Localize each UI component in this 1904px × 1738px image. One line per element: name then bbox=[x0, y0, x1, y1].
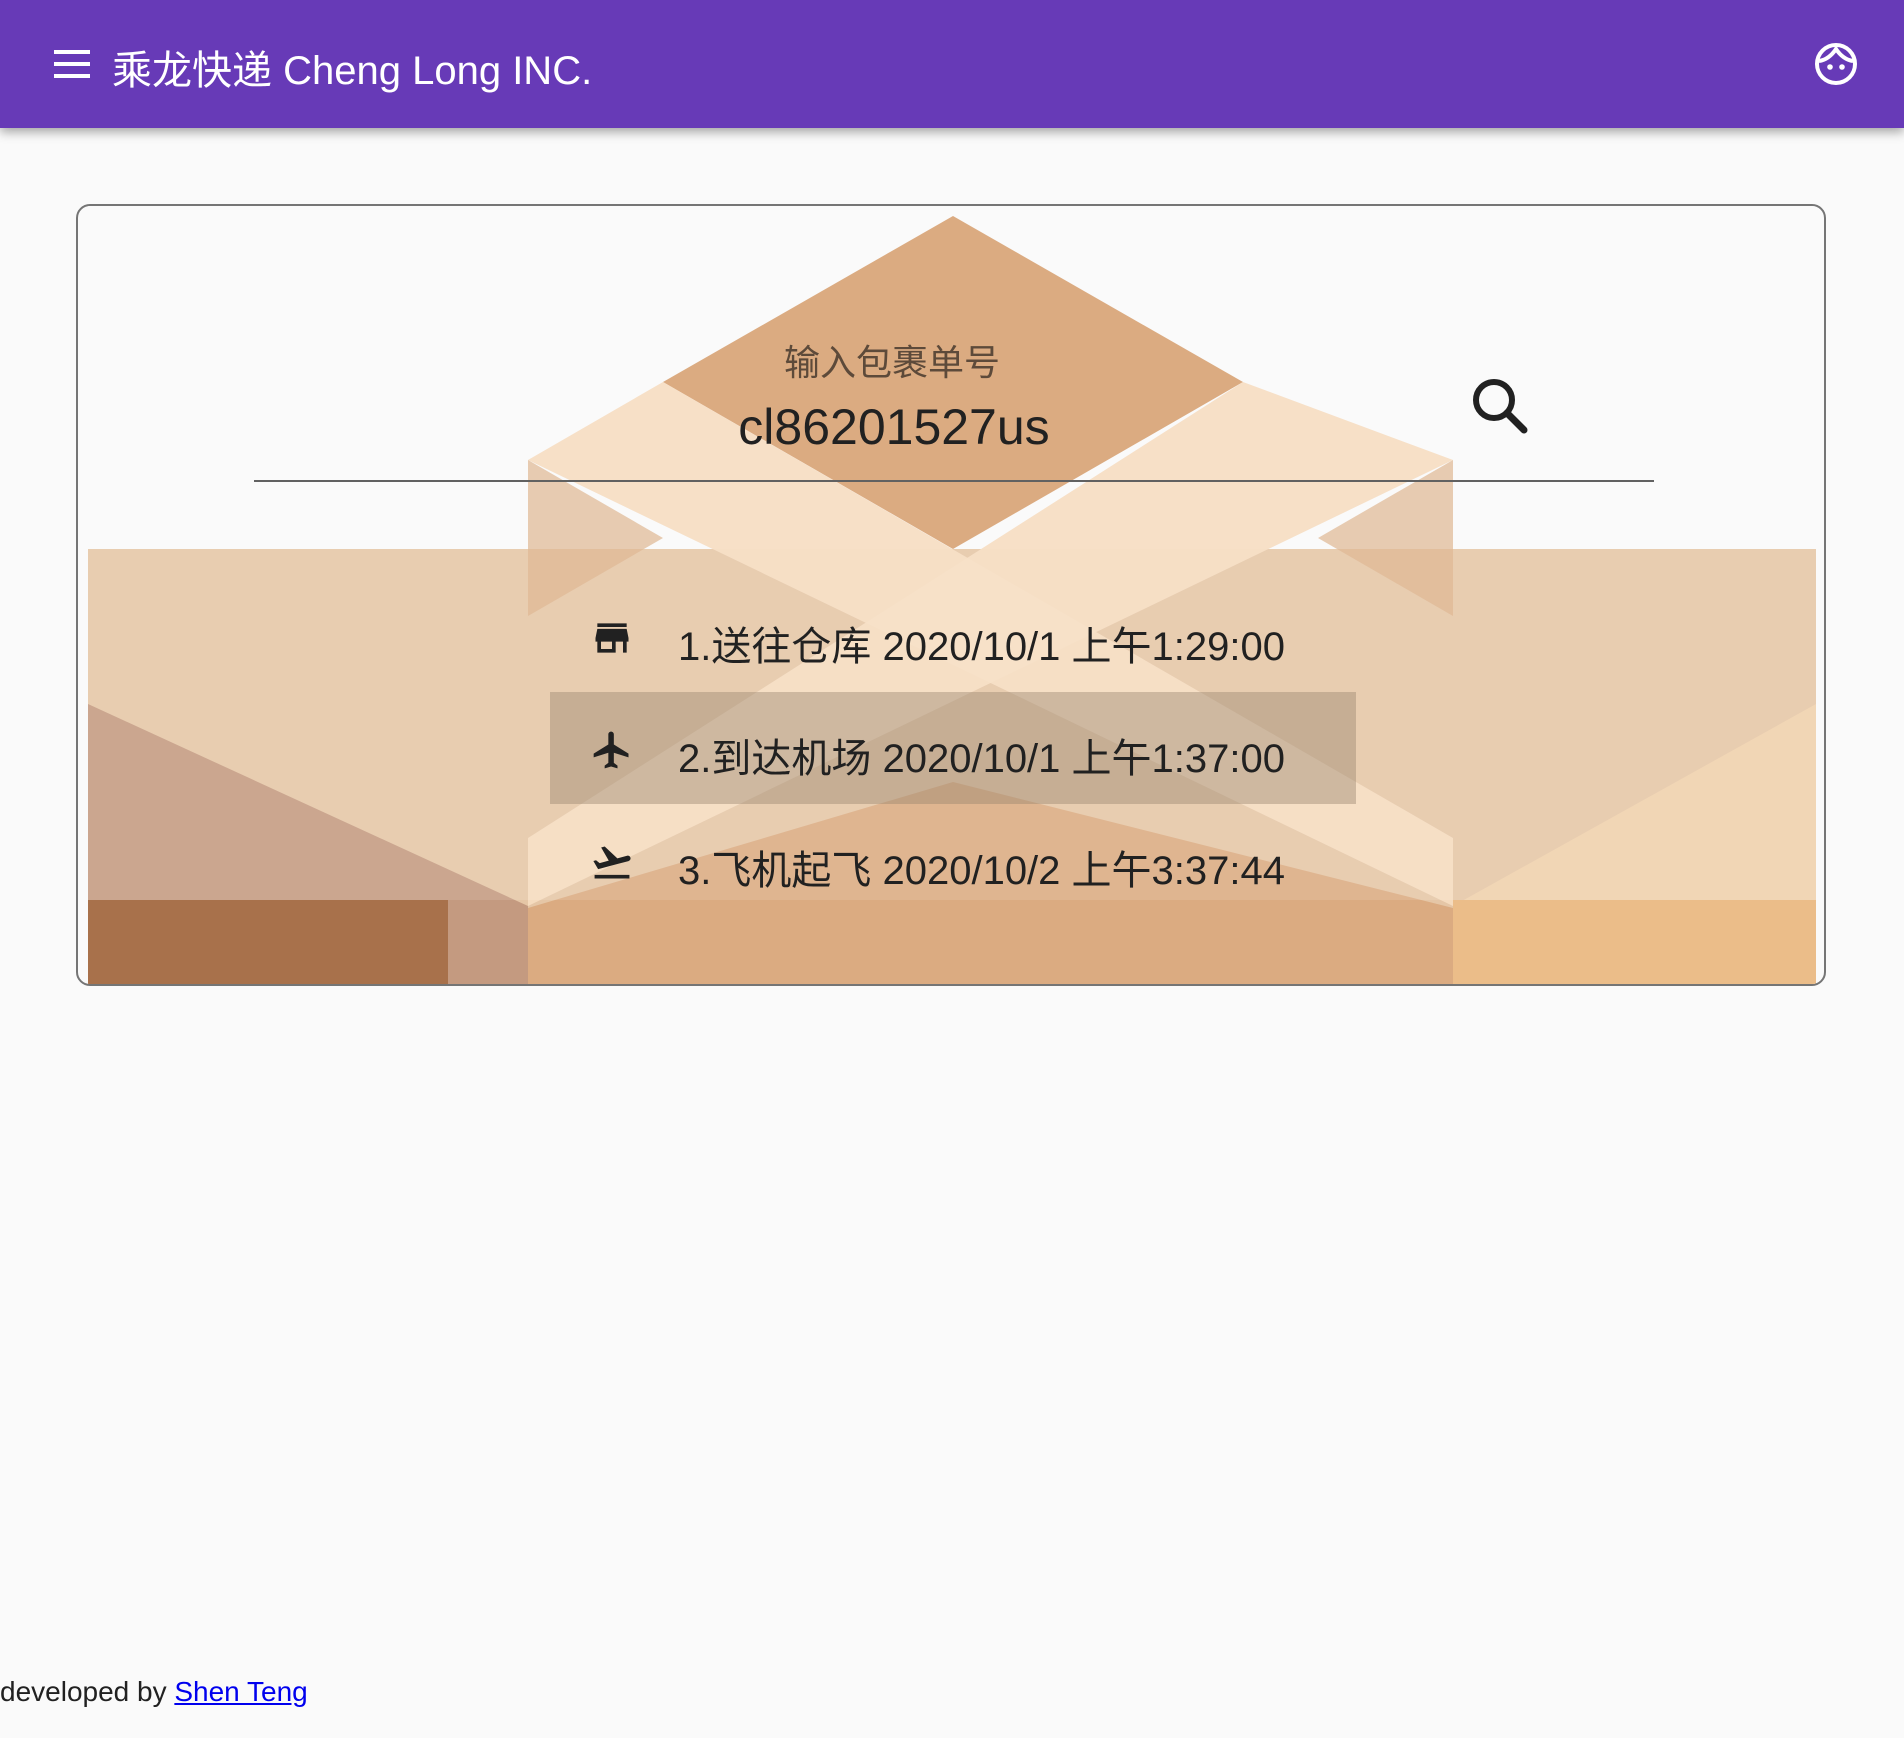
app-bar: 乘龙快递 Cheng Long INC. bbox=[0, 0, 1904, 128]
store-icon bbox=[595, 623, 629, 653]
tracking-card: 输入包裹单号 1.送往仓库 2020/10/1 上午1:29:00 2.到达机场… bbox=[76, 204, 1826, 986]
airplane-icon bbox=[593, 731, 629, 769]
menu-button[interactable] bbox=[48, 44, 96, 84]
tracking-step-1[interactable]: 1.送往仓库 2020/10/1 上午1:29:00 bbox=[550, 580, 1356, 692]
search-label: 输入包裹单号 bbox=[783, 342, 1000, 383]
menu-icon bbox=[54, 50, 90, 78]
search-bar: 输入包裹单号 bbox=[254, 316, 1654, 486]
tracking-step-text: 2.到达机场 2020/10/1 上午1:37:00 bbox=[678, 737, 1285, 781]
tracking-list: 1.送往仓库 2020/10/1 上午1:29:00 2.到达机场 2020/1… bbox=[550, 580, 1356, 916]
tracking-step-3[interactable]: 3.飞机起飞 2020/10/2 上午3:37:44 bbox=[550, 804, 1356, 916]
search-icon bbox=[1473, 379, 1528, 434]
footer: developed by Shen Teng bbox=[0, 1676, 308, 1708]
search-button[interactable] bbox=[1464, 370, 1544, 450]
tracking-number-input[interactable] bbox=[254, 386, 1534, 468]
app-title: 乘龙快递 Cheng Long INC. bbox=[112, 49, 593, 93]
tracking-step-2[interactable]: 2.到达机场 2020/10/1 上午1:37:00 bbox=[550, 692, 1356, 804]
footer-prefix: developed by bbox=[0, 1676, 175, 1707]
tracking-step-text: 3.飞机起飞 2020/10/2 上午3:37:44 bbox=[678, 849, 1285, 893]
input-underline bbox=[254, 480, 1654, 482]
flight-takeoff-icon bbox=[593, 846, 631, 879]
author-link[interactable]: Shen Teng bbox=[174, 1676, 307, 1707]
tracking-step-text: 1.送往仓库 2020/10/1 上午1:29:00 bbox=[678, 625, 1285, 669]
account-button[interactable] bbox=[1812, 40, 1860, 88]
face-icon bbox=[1815, 43, 1857, 85]
